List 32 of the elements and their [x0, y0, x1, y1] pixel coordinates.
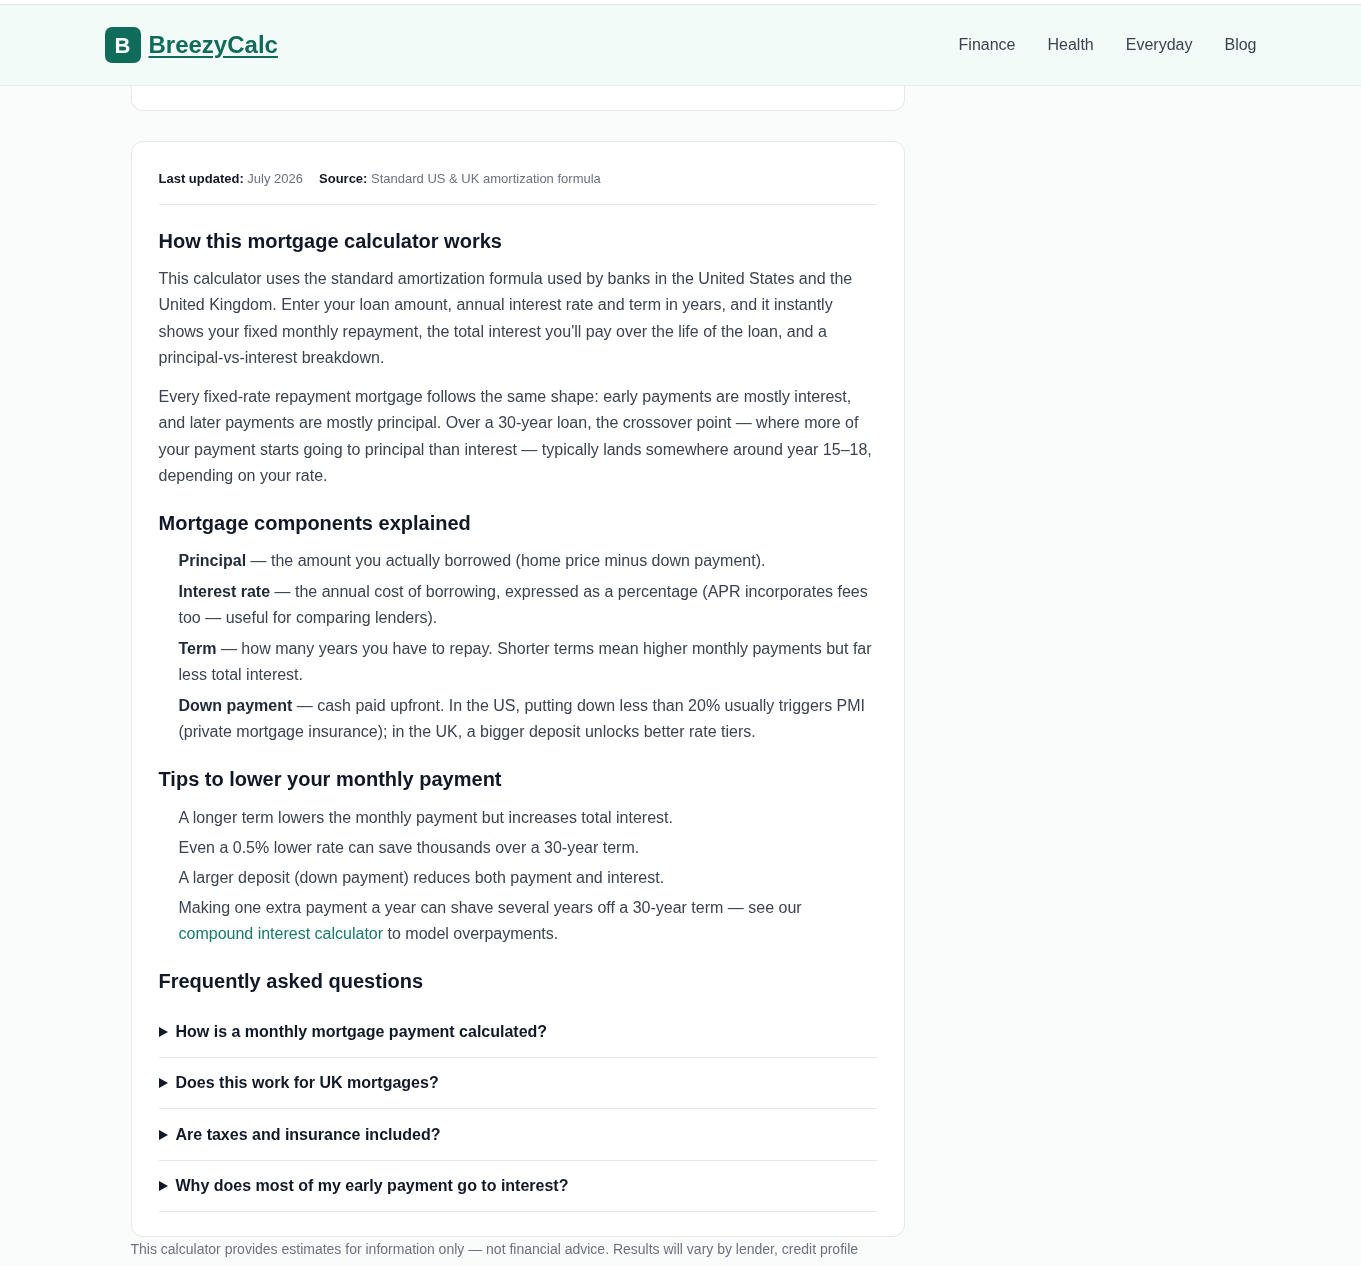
nav-link[interactable]: Health	[1047, 33, 1094, 57]
body-paragraph: This calculator uses the standard amortization formula used by banks in the United States and the United Kingdom. Enter your loan amount, annual interest rate and term in years, and it instantly shows your fixed monthly repayment, the total interest you'll pay over the life of the loan, and a principal-vs-interest breakdown.	[158, 269, 854, 368]
nav-link[interactable]: Everyday	[1125, 33, 1193, 57]
tip-item: Making one extra payment a year can shave several years off a 30-year term — see our compound interest calculator to model overpayments.	[178, 898, 803, 945]
tip-item: Even a 0.5% lower rate can save thousands over a 30-year term.	[178, 838, 641, 859]
calculator-link[interactable]: compound interest calculator	[178, 925, 384, 943]
tip-item: A larger deposit (down payment) reduces both payment and interest.	[178, 868, 666, 889]
disclaimer-text: This calculator provides estimates for information only — not financial advice. Results will vary by lender, credit profile	[130, 1240, 860, 1259]
faq-question-text: Does this work for UK mortgages?	[175, 1073, 439, 1094]
section-heading: Mortgage components explained	[158, 511, 472, 537]
definition-item: Principal — the amount you actually borrowed (home price minus down payment).	[178, 551, 767, 572]
faq-question-text: Why does most of my early payment go to interest?	[175, 1176, 569, 1197]
meta-text: Last updated: July 2026	[158, 170, 303, 188]
section-heading: How this mortgage calculator works	[158, 229, 503, 254]
tip-item: A longer term lowers the monthly payment but increases total interest.	[178, 808, 674, 829]
faq-question-text: How is a monthly mortgage payment calculated?	[175, 1021, 548, 1042]
brand-link[interactable]: BreezyCalc	[148, 27, 278, 63]
logo-badge[interactable]: B	[104, 27, 141, 63]
faq-question[interactable]: Are taxes and insurance included?	[158, 1109, 877, 1161]
faq-question[interactable]: Why does most of my early payment go to interest?	[158, 1160, 877, 1213]
definition-item: Down payment — cash paid upfront. In the US, putting down less than 20% usually triggers PMI (private mortgage insurance); in the UK, a bigger deposit unlocks better rate tiers.	[178, 696, 867, 743]
section-heading: Tips to lower your monthly payment	[158, 767, 503, 793]
definition-item: Term — how many years you have to repay. Shorter terms mean higher monthly payments but far less total interest.	[178, 639, 873, 686]
meta-text: Source: Standard US & UK amortization formula	[319, 170, 601, 188]
nav-link[interactable]: Finance	[958, 33, 1016, 57]
definition-item: Interest rate — the annual cost of borrowing, expressed as a percentage (APR incorporates fees too — useful for comparing lenders).	[178, 582, 869, 629]
section-heading: Frequently asked questions	[158, 969, 424, 995]
faq-question[interactable]: Does this work for UK mortgages?	[158, 1057, 877, 1110]
faq-question[interactable]: How is a monthly mortgage payment calculated?	[158, 1006, 877, 1058]
nav-link[interactable]: Blog	[1224, 33, 1257, 57]
faq-question-text: Are taxes and insurance included?	[175, 1124, 441, 1145]
body-paragraph: Every fixed-rate repayment mortgage follows the same shape: early payments are mostly interest, and later payments are mostly principal. Over a 30-year loan, the crossover point — where more of your payment starts going to principal than interest — typically lands somewhere around year 15–18, depending on your rate.	[158, 387, 873, 487]
